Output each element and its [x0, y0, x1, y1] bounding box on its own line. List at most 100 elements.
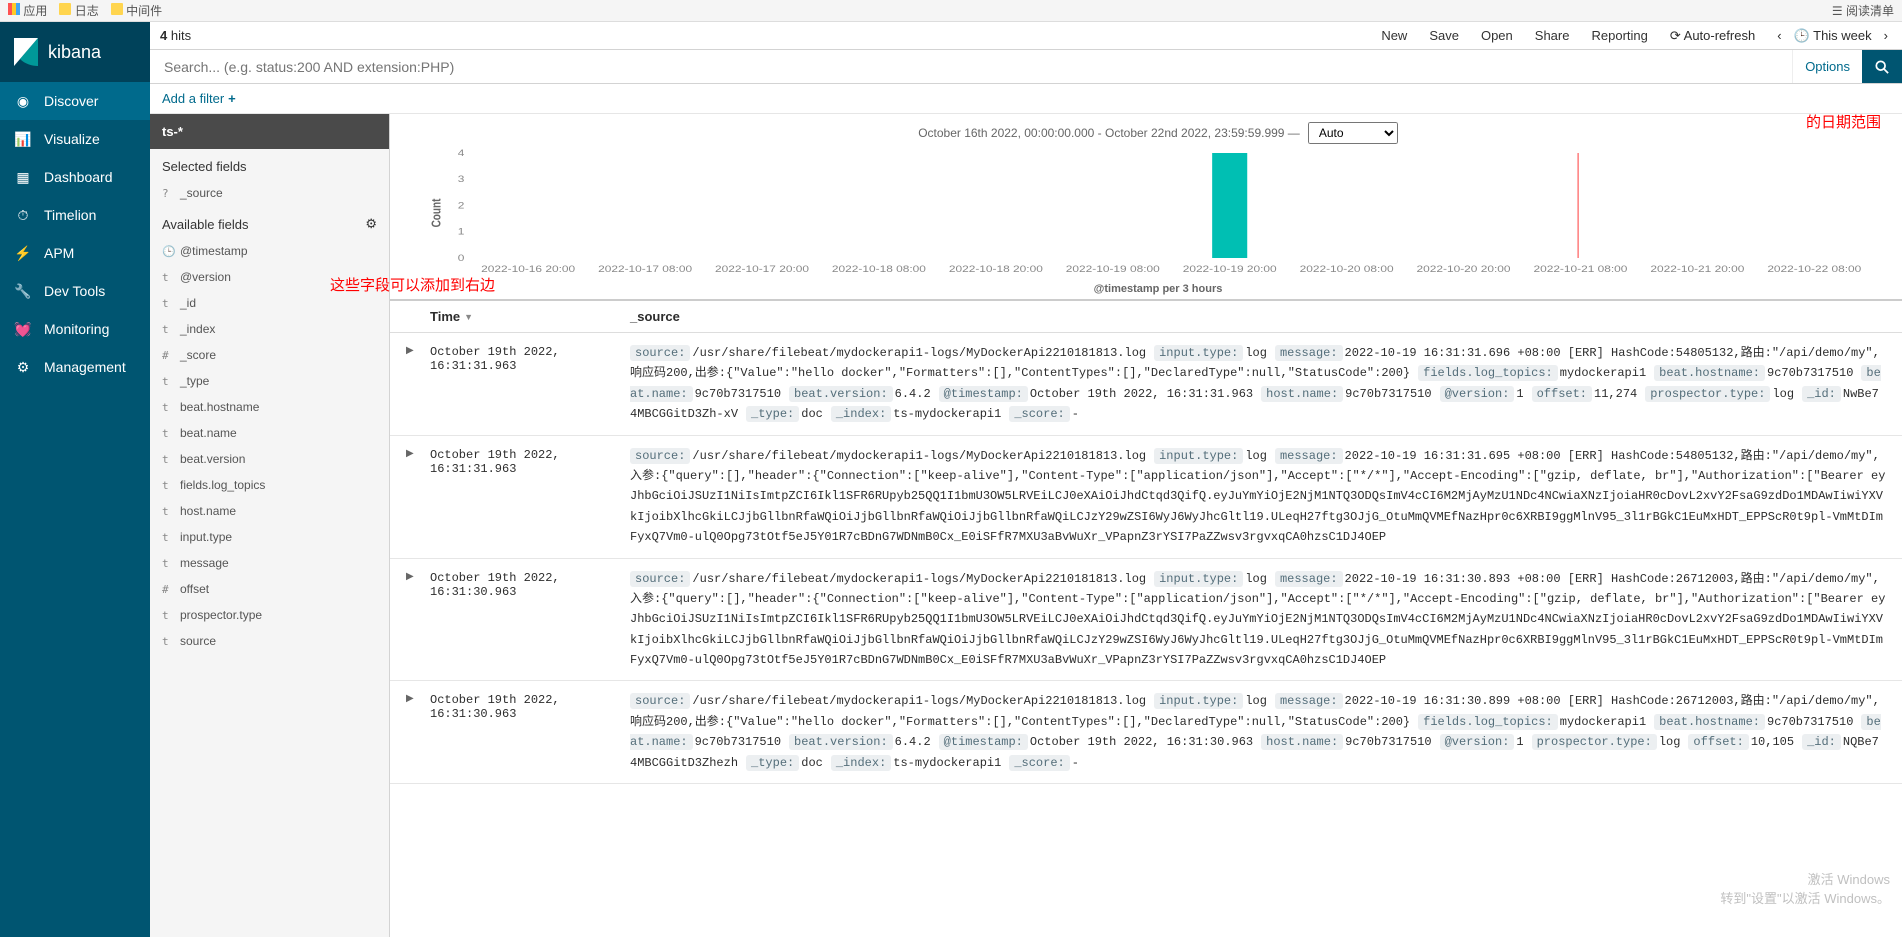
expand-doc-button[interactable]: ▶ — [406, 343, 430, 425]
field--version[interactable]: t@version — [150, 264, 389, 290]
field-prospector-type[interactable]: tprospector.type — [150, 602, 389, 628]
field--timestamp[interactable]: 🕒@timestamp — [150, 238, 389, 264]
time-range-picker[interactable]: 🕒 This week — [1794, 28, 1872, 44]
svg-text:2022-10-21 20:00: 2022-10-21 20:00 — [1650, 264, 1744, 274]
field-label: beat.hostname: — [1654, 714, 1765, 730]
dashboard-icon: ▦ — [14, 168, 32, 186]
bookmark-middleware[interactable]: 中间件 — [111, 2, 162, 19]
save-button[interactable]: Save — [1429, 28, 1459, 43]
field-label: beat.version: — [789, 734, 893, 750]
field-_index[interactable]: t_index — [150, 316, 389, 342]
auto-refresh-button[interactable]: ⟳ Auto-refresh — [1670, 28, 1755, 44]
filter-bar: Add a filter + — [150, 84, 1902, 114]
reporting-button[interactable]: Reporting — [1591, 28, 1647, 43]
time-next-button[interactable]: › — [1880, 28, 1892, 43]
field-value: 9c70b7317510 — [1767, 366, 1853, 380]
field-_source[interactable]: ?_source — [150, 180, 389, 206]
field-type-icon: # — [162, 349, 172, 362]
bookmark-logs[interactable]: 日志 — [59, 2, 98, 19]
field-message[interactable]: tmessage — [150, 550, 389, 576]
field-value: log — [1659, 735, 1681, 749]
field-label: _id: — [1802, 734, 1841, 750]
nav-dev-tools[interactable]: 🔧Dev Tools — [0, 272, 150, 310]
field-input-type[interactable]: tinput.type — [150, 524, 389, 550]
field-value: October 19th 2022, 16:31:31.963 — [1030, 387, 1253, 401]
field-value: log — [1245, 346, 1267, 360]
column-time-header[interactable]: Time ▼ — [430, 309, 630, 324]
monitoring-icon: 💓 — [14, 320, 32, 338]
field-offset[interactable]: #offset — [150, 576, 389, 602]
svg-text:Count: Count — [430, 198, 444, 227]
field-_type[interactable]: t_type — [150, 368, 389, 394]
field-label: offset: — [1688, 734, 1748, 750]
management-icon: ⚙ — [14, 358, 32, 376]
field-value: /usr/share/filebeat/mydockerapi1-logs/My… — [692, 449, 1146, 463]
add-filter-button[interactable]: Add a filter + — [162, 91, 236, 106]
histogram-chart[interactable]: Count012342022-10-16 20:002022-10-17 08:… — [430, 148, 1886, 278]
index-pattern-selector[interactable]: ts-* ◀ — [150, 114, 389, 149]
apps-shortcut[interactable]: 应用 — [8, 2, 47, 19]
field-beat-version[interactable]: tbeat.version — [150, 446, 389, 472]
field-value: ts-mydockerapi1 — [893, 756, 1001, 770]
field-beat-hostname[interactable]: tbeat.hostname — [150, 394, 389, 420]
nav-visualize[interactable]: 📊Visualize — [0, 120, 150, 158]
field-value: October 19th 2022, 16:31:30.963 — [1030, 735, 1253, 749]
field-type-icon: t — [162, 271, 172, 284]
svg-text:2022-10-17 20:00: 2022-10-17 20:00 — [715, 264, 809, 274]
field-label: message: — [1275, 693, 1343, 709]
time-prev-button[interactable]: ‹ — [1773, 28, 1785, 43]
nav-apm[interactable]: ⚡APM — [0, 234, 150, 272]
field-source[interactable]: tsource — [150, 628, 389, 654]
field-label: message: — [1275, 571, 1343, 587]
field-beat-name[interactable]: tbeat.name — [150, 420, 389, 446]
browser-bookmark-bar: 应用 日志 中间件 ☰ 阅读清单 — [0, 0, 1902, 22]
fields-settings-icon[interactable]: ⚙ — [365, 216, 377, 232]
field-label: input.type: — [1154, 571, 1243, 587]
field-type-icon: t — [162, 401, 172, 414]
expand-doc-button[interactable]: ▶ — [406, 569, 430, 671]
field-label: source: — [630, 345, 690, 361]
field-label: input.type: — [1154, 693, 1243, 709]
field-_score[interactable]: #_score — [150, 342, 389, 368]
svg-text:2022-10-21 08:00: 2022-10-21 08:00 — [1533, 264, 1627, 274]
doc-time: October 19th 2022, 16:31:30.963 — [430, 691, 630, 773]
field-label: host.name: — [1261, 734, 1343, 750]
nav-monitoring[interactable]: 💓Monitoring — [0, 310, 150, 348]
expand-doc-button[interactable]: ▶ — [406, 446, 430, 548]
column-source-header[interactable]: _source — [630, 309, 680, 324]
discover-icon: ◉ — [14, 92, 32, 110]
kibana-logo[interactable]: kibana — [0, 22, 150, 82]
open-button[interactable]: Open — [1481, 28, 1513, 43]
field-label: fields.log_topics: — [1418, 714, 1558, 730]
expand-doc-button[interactable]: ▶ — [406, 691, 430, 773]
search-options-button[interactable]: Options — [1792, 50, 1862, 83]
search-input[interactable] — [150, 50, 1792, 83]
field-label: _score: — [1009, 755, 1069, 771]
hit-count: 4 hits — [160, 28, 191, 43]
doc-source: source:/usr/share/filebeat/mydockerapi1-… — [630, 343, 1886, 425]
field-value: doc — [801, 407, 823, 421]
field-host-name[interactable]: thost.name — [150, 498, 389, 524]
field-fields-log_topics[interactable]: tfields.log_topics — [150, 472, 389, 498]
field-_id[interactable]: t_id — [150, 290, 389, 316]
search-submit-button[interactable] — [1862, 50, 1902, 83]
svg-text:2022-10-20 08:00: 2022-10-20 08:00 — [1300, 264, 1394, 274]
nav-dashboard[interactable]: ▦Dashboard — [0, 158, 150, 196]
svg-text:2022-10-18 20:00: 2022-10-18 20:00 — [949, 264, 1043, 274]
chart-x-axis-label: @timestamp per 3 hours — [430, 283, 1886, 295]
chart-interval-select[interactable]: Auto — [1308, 122, 1398, 144]
share-button[interactable]: Share — [1535, 28, 1570, 43]
field-label: source: — [630, 448, 690, 464]
svg-text:2022-10-20 20:00: 2022-10-20 20:00 — [1417, 264, 1511, 274]
field-value: 9c70b7317510 — [1345, 735, 1431, 749]
new-button[interactable]: New — [1381, 28, 1407, 43]
reading-list[interactable]: ☰ 阅读清单 — [1832, 2, 1894, 19]
field-value: - — [1072, 756, 1079, 770]
field-value: mydockerapi1 — [1560, 715, 1646, 729]
field-label: prospector.type: — [1532, 734, 1657, 750]
timelion-icon: ⏱ — [14, 206, 32, 224]
nav-discover[interactable]: ◉Discover — [0, 82, 150, 120]
nav-timelion[interactable]: ⏱Timelion — [0, 196, 150, 234]
nav-management[interactable]: ⚙Management — [0, 348, 150, 386]
svg-text:1: 1 — [458, 227, 465, 237]
